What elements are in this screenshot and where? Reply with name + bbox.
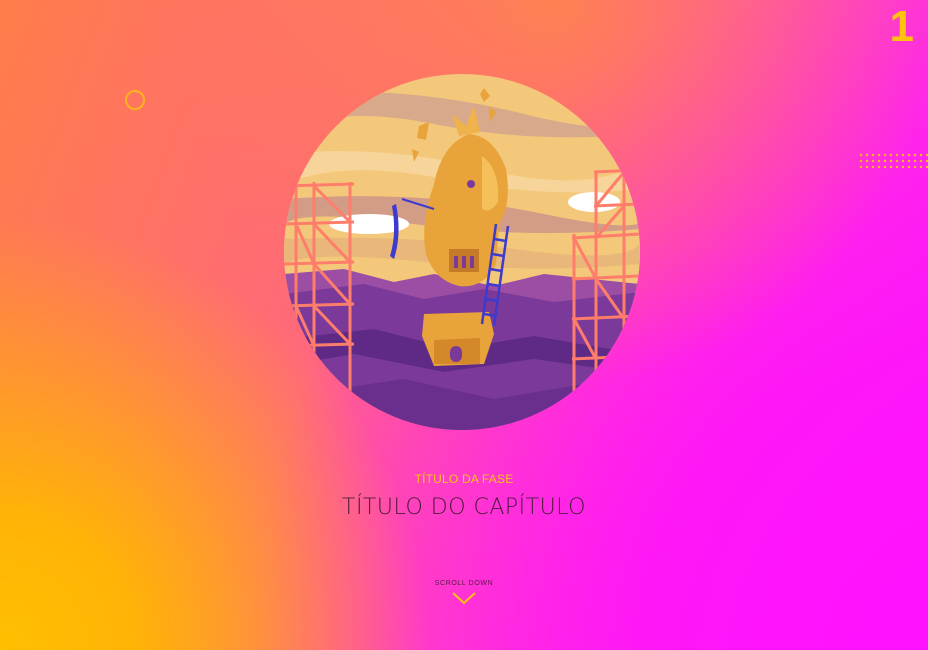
page-number: 1 <box>889 2 914 51</box>
phase-title: TÍTULO DA FASE <box>414 472 514 486</box>
scroll-down-button[interactable]: SCROLL DOWN <box>414 580 514 605</box>
chevron-down-icon <box>452 592 476 605</box>
scroll-down-label: SCROLL DOWN <box>434 580 494 587</box>
ring-decoration <box>125 90 145 110</box>
chapter-title: TÍTULO DO CAPÍTULO <box>342 495 586 520</box>
hero-illustration <box>284 74 640 430</box>
dot-grid-decoration <box>858 152 928 168</box>
trojan-horse-illustration <box>284 74 640 430</box>
